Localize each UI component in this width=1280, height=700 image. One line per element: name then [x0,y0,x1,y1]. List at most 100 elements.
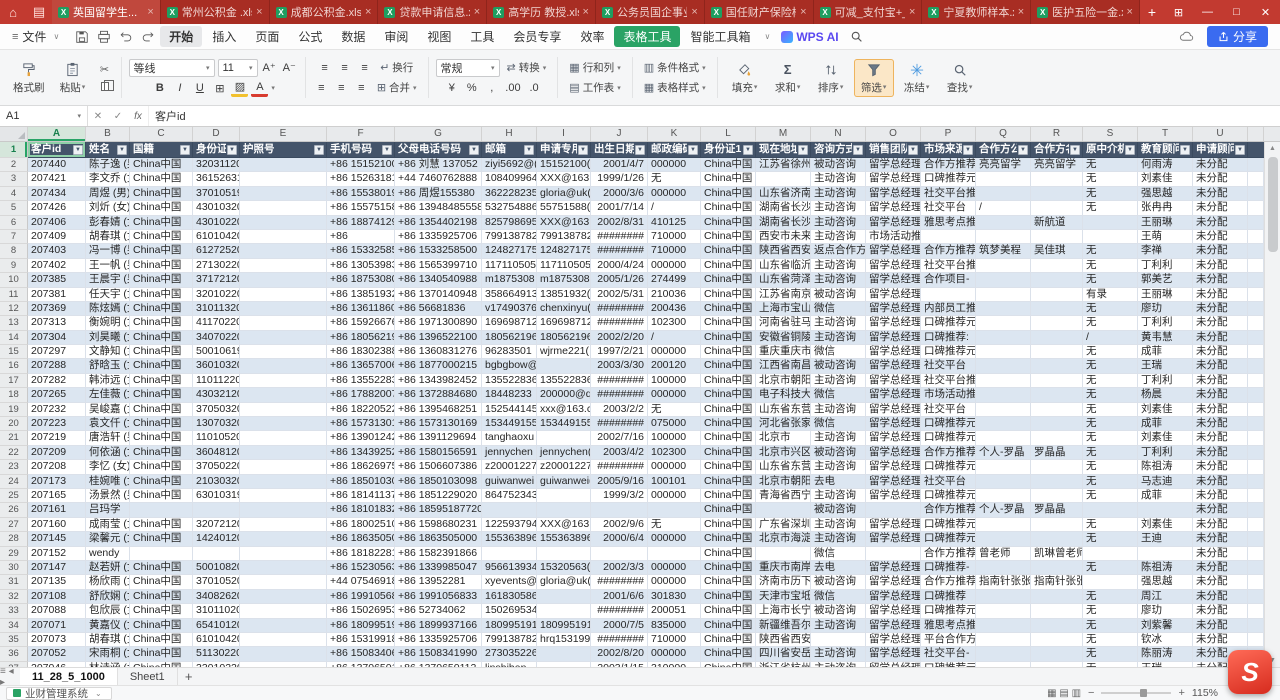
cell[interactable]: 袁文仟 (女 [86,417,130,431]
cell[interactable]: 黄嘉仪 (女 [86,619,130,633]
cell[interactable]: 130703200106280921 [193,417,240,431]
home-icon[interactable]: ⌂ [0,0,26,24]
cell[interactable]: 2002/2/20 [591,331,648,345]
cell[interactable]: 207165 [28,489,86,503]
cell[interactable]: 无 [1083,345,1138,359]
cell[interactable]: 无 [1083,662,1138,667]
cell[interactable]: +86 1395468251 [395,403,482,417]
cell[interactable]: 153449155 [482,417,537,431]
cell[interactable] [976,633,1031,647]
cell[interactable]: ######## [591,417,648,431]
table-style-button[interactable]: ▦表格样式▾ [640,79,710,96]
cell[interactable] [240,633,327,647]
cell[interactable]: 无 [1083,273,1138,287]
cell[interactable]: jennychen( [537,446,591,460]
cell[interactable]: China中国 [701,431,756,445]
cell[interactable]: 274499 [648,273,701,287]
cell[interactable]: 王迪 [1138,532,1193,546]
cell[interactable]: 430321200211140121 [193,388,240,402]
cell[interactable]: 主动咨询 [811,201,866,215]
row-number[interactable]: 26 [0,503,28,517]
cell[interactable]: 169698712( [537,316,591,330]
cell[interactable]: 留学总经理 [866,273,921,287]
cell[interactable]: 未分配 [1193,259,1248,273]
cell[interactable]: 陈祖涛 [1138,561,1193,575]
cell[interactable] [976,388,1031,402]
cell[interactable] [976,604,1031,618]
row-number[interactable]: 23 [0,460,28,474]
cell[interactable]: China中国 [130,331,193,345]
cell[interactable]: 微信 [811,388,866,402]
cell[interactable]: 207219 [28,431,86,445]
cell[interactable]: +86 1598680231 [395,518,482,532]
zoom-level[interactable]: 115% [1192,687,1218,699]
cell[interactable]: 无 [1083,590,1138,604]
cell[interactable]: 320721200209060081 [193,518,240,532]
scrollbar-thumb[interactable] [1268,157,1278,252]
cell[interactable]: ######## [591,244,648,258]
cell[interactable]: ######## [591,633,648,647]
cell[interactable]: 000000 [648,532,701,546]
cell[interactable]: 799138782 [482,230,537,244]
cell[interactable]: 留学总经理 [866,244,921,258]
cell[interactable]: 电子科技大 [756,388,811,402]
cell[interactable]: 无 [1083,259,1138,273]
cell[interactable]: 000000 [648,345,701,359]
cell[interactable] [976,647,1031,661]
cell[interactable]: +86 1582391866 [395,547,482,561]
cell[interactable]: gloria@uk( [537,187,591,201]
cell[interactable]: +86 18626975 [327,460,395,474]
row-number[interactable]: 20 [0,417,28,431]
cell[interactable]: +86 18220522 [327,403,395,417]
cell[interactable]: +86 刘慧 137052 [395,158,482,172]
cell[interactable]: 1997/2/21 [591,345,648,359]
cell[interactable]: 207426 [28,201,86,215]
cell[interactable]: 去电 [811,475,866,489]
cell[interactable] [1248,158,1264,172]
cell[interactable]: chenxinyu( [537,302,591,316]
cell[interactable]: China中国 [130,316,193,330]
cell[interactable]: 207402 [28,259,86,273]
menu-tab-data[interactable]: 数据 [332,26,374,47]
cell[interactable]: 未分配 [1193,273,1248,287]
cell[interactable]: 何依涵 (女 [86,446,130,460]
cell[interactable]: 未分配 [1193,187,1248,201]
cell[interactable] [240,475,327,489]
cell[interactable]: 强思越 [1138,187,1193,201]
cell[interactable]: 未分配 [1193,230,1248,244]
cell[interactable]: 155363896( [537,532,591,546]
cell[interactable] [240,575,327,589]
cell[interactable]: 无 [1083,561,1138,575]
cell[interactable]: 117110505( [537,259,591,273]
cell[interactable]: 207406 [28,216,86,230]
cell[interactable]: China中国 [701,403,756,417]
cell[interactable]: 文静知 (女 [86,345,130,359]
cell[interactable]: +86 13611860 [327,302,395,316]
cell[interactable]: +86 18874129 [327,216,395,230]
cell[interactable]: 主动咨询 [811,619,866,633]
cell[interactable]: 207135 [28,575,86,589]
close-tab-icon[interactable]: × [1018,6,1024,18]
cell[interactable]: 无 [1083,388,1138,402]
cell[interactable]: China中国 [130,230,193,244]
cell[interactable]: 360481200304020026 [193,446,240,460]
cell[interactable]: China中国 [130,273,193,287]
cell[interactable]: 山东省济南 [756,187,811,201]
cell[interactable]: 江西省南昌 [756,359,811,373]
cell[interactable]: m1875308( [537,273,591,287]
filter-icon[interactable]: ▼ [1070,145,1080,155]
cell[interactable]: 未分配 [1193,331,1248,345]
cell[interactable] [1031,475,1083,489]
insert-function-button[interactable]: fx [128,111,148,122]
row-number[interactable]: 4 [0,187,28,201]
cell[interactable] [1031,201,1083,215]
cell[interactable]: China中国 [130,417,193,431]
cell[interactable]: 未分配 [1193,446,1248,460]
cell[interactable]: 未分配 [1193,604,1248,618]
close-tab-icon[interactable]: × [909,6,915,18]
cell[interactable]: 未分配 [1193,561,1248,575]
cell[interactable]: China中国 [130,561,193,575]
cell[interactable]: 张冉冉 [1138,201,1193,215]
cell[interactable]: China中国 [701,460,756,474]
name-box[interactable]: A1 ▾ [0,106,88,126]
